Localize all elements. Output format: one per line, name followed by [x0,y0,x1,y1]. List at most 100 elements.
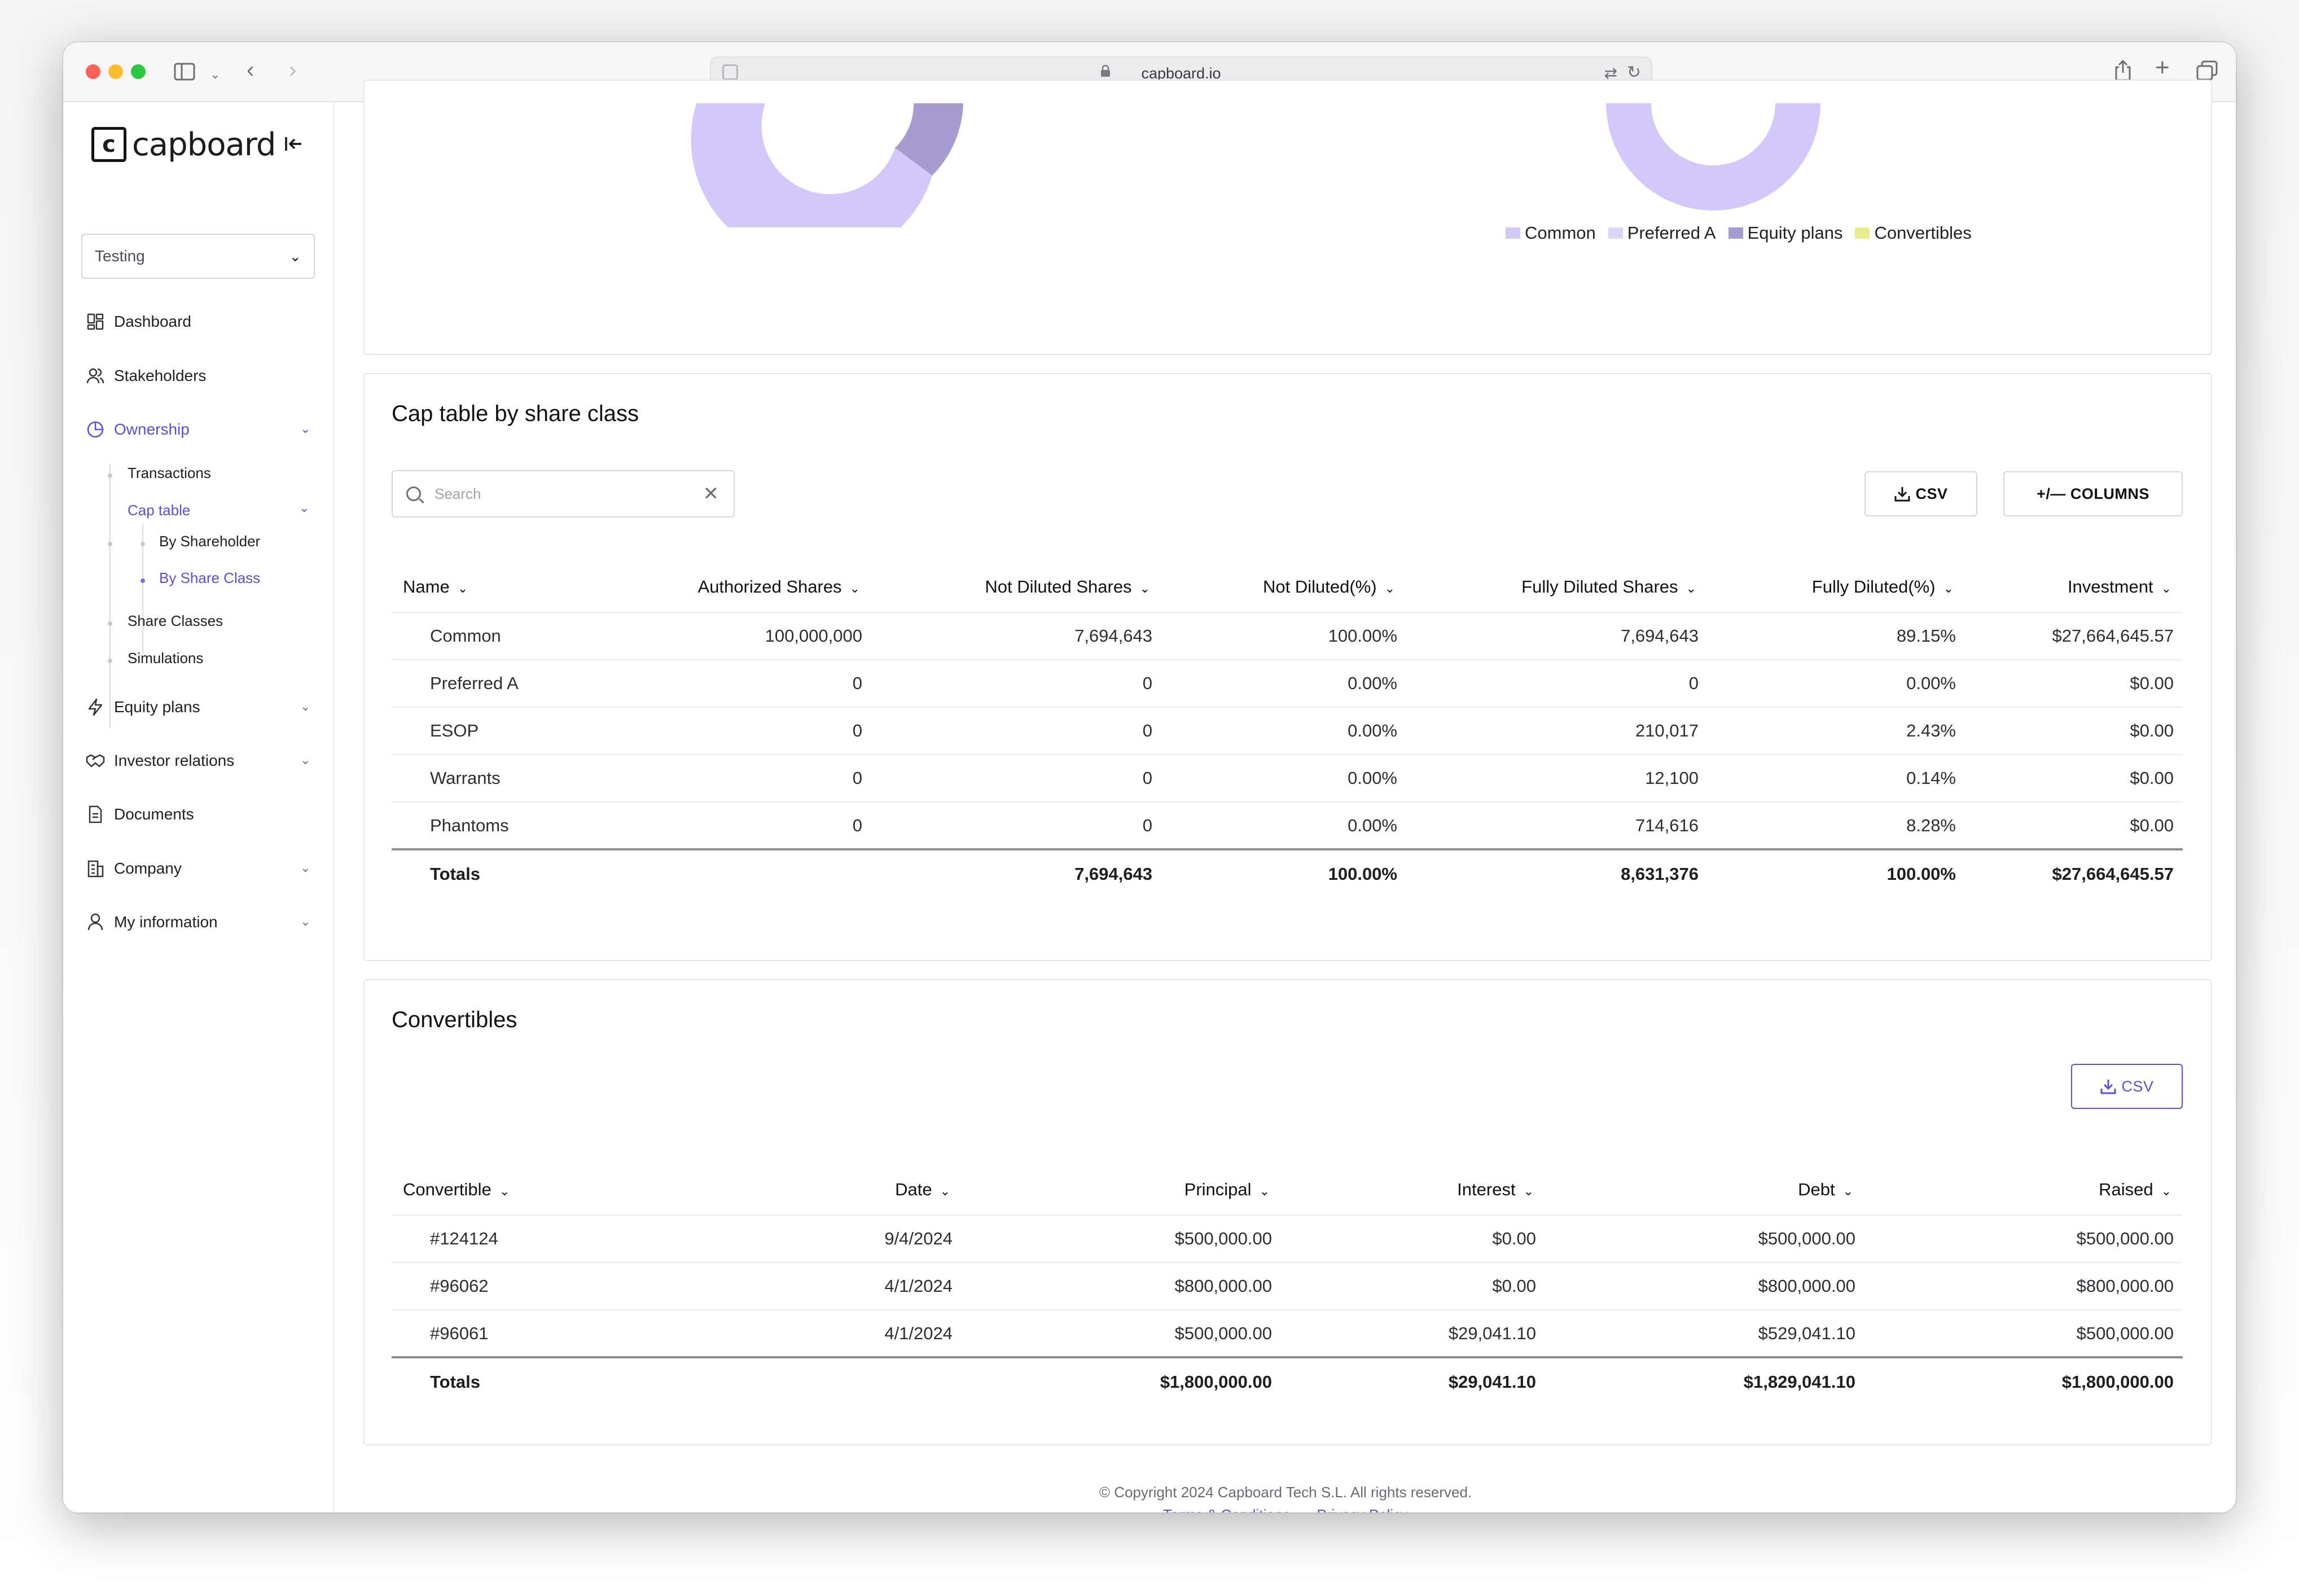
chevron-down-icon[interactable]: ⌄ [300,753,310,768]
convertibles-table: Convertible ⌄ Date ⌄ Principal ⌄ Interest ⌄ … [392,1164,2183,1406]
legend-item-equity-plans: Equity plans [1728,223,1842,243]
cell-debt: $500,000.00 [1545,1214,1864,1262]
close-window-button[interactable] [86,64,100,79]
column-header-convertible[interactable]: Convertible ⌄ [392,1164,589,1215]
cell-fully-diluted-shares: 8,631,376 [1406,848,1708,898]
convertibles-csv-download-button[interactable]: CSV [2071,1064,2183,1109]
collapse-sidebar-icon[interactable] [283,134,304,160]
footer-links: Terms & Conditions - Privacy Policy [335,1506,2236,1512]
cell-raised: $500,000.00 [1864,1309,2183,1357]
chevron-down-icon[interactable]: ⌄ [300,861,310,875]
table-row[interactable]: ESOP 0 0 0.00% 210,017 2.43% $0.00 [392,707,2183,755]
cell-not-diluted-shares: 0 [871,754,1161,802]
sidebar-item-dashboard[interactable]: Dashboard [86,312,191,331]
column-header-not-diluted-percent[interactable]: Not Diluted(%) ⌄ [1161,562,1406,612]
cell-investment: $0.00 [1965,659,2183,707]
cell-not-diluted-shares: 0 [871,801,1161,849]
logo-text: capboard [132,126,276,163]
logo-mark: c [91,127,126,162]
csv-button-label: CSV [1915,485,1948,502]
column-header-debt[interactable]: Debt ⌄ [1545,1164,1864,1215]
table-row[interactable]: Warrants 0 0 0.00% 12,100 0.14% $0.00 [392,754,2183,802]
column-header-fully-diluted-shares[interactable]: Fully Diluted Shares ⌄ [1406,562,1708,612]
sidebar-item-by-shareholder[interactable]: By Shareholder [159,533,260,550]
table-row[interactable]: #124124 9/4/2024 $500,000.00 $0.00 $500,… [392,1214,2183,1262]
search-box[interactable]: ✕ [392,470,735,518]
sidebar-item-cap-table[interactable]: Cap table [128,502,190,519]
table-row[interactable]: Common 100,000,000 7,694,643 100.00% 7,6… [392,612,2183,660]
sidebar-item-by-share-class[interactable]: By Share Class [159,569,260,587]
terms-link[interactable]: Terms & Conditions [1163,1506,1290,1512]
cell-fully-diluted-shares: 12,100 [1406,754,1708,802]
sidebar-item-stakeholders[interactable]: Stakeholders [86,366,206,385]
cell-authorized-shares: 0 [578,801,871,849]
search-input[interactable] [435,485,683,503]
cell-investment: $27,664,645.57 [1965,612,2183,660]
table-row[interactable]: #96061 4/1/2024 $500,000.00 $29,041.10 $… [392,1309,2183,1357]
sidebar-item-label: Ownership [114,420,190,438]
chevron-down-icon[interactable]: ⌄ [210,65,220,84]
sidebar-item-equity-plans[interactable]: Equity plans [86,698,200,717]
totals-row: Totals 7,694,643 100.00% 8,631,376 100.0… [392,848,2183,898]
workspace-select[interactable]: Testing ⌄ [81,234,315,279]
column-header-fully-diluted-percent[interactable]: Fully Diluted(%) ⌄ [1708,562,1965,612]
chevron-down-icon[interactable]: ⌄ [300,699,310,714]
sidebar-item-label: Company [114,860,182,877]
donut-chart-left-common-segment [691,103,932,227]
csv-download-button[interactable]: CSV [1864,471,1977,516]
cell-date: 4/1/2024 [589,1309,962,1357]
forward-arrow-icon[interactable]: › [289,59,296,81]
table-row[interactable]: #96062 4/1/2024 $800,000.00 $0.00 $800,0… [392,1262,2183,1310]
cell-authorized-shares: 0 [578,754,871,802]
column-header-authorized-shares[interactable]: Authorized Shares ⌄ [578,562,871,612]
donut-chart-right-common-segment [1606,103,1820,211]
chevron-down-icon[interactable]: ⌄ [300,914,310,929]
sidebar-item-investor-relations[interactable]: Investor relations [86,751,234,770]
sidebar-item-label: Investor relations [114,752,235,769]
document-icon [86,805,105,824]
column-header-name[interactable]: Name ⌄ [392,562,578,612]
cell-debt: $800,000.00 [1545,1262,1864,1310]
tree-dot [141,578,145,583]
cell-fully-diluted-percent: 0.14% [1708,754,1965,802]
sort-chevron-icon: ⌄ [940,1183,950,1198]
privacy-link[interactable]: Privacy Policy [1317,1506,1408,1512]
sidebar-item-label: Equity plans [114,698,200,716]
sort-chevron-icon: ⌄ [1139,581,1150,595]
table-row[interactable]: Preferred A 0 0 0.00% 0 0.00% $0.00 [392,659,2183,707]
back-arrow-icon[interactable]: ‹ [247,59,254,81]
cell-totals-label: Totals [392,848,578,898]
column-header-investment[interactable]: Investment ⌄ [1965,562,2183,612]
column-header-raised[interactable]: Raised ⌄ [1864,1164,2183,1215]
sidebar-item-simulations[interactable]: Simulations [128,650,203,667]
sidebar-item-my-information[interactable]: My information [86,913,218,932]
sidebar-item-share-classes[interactable]: Share Classes [128,612,223,630]
column-header-not-diluted-shares[interactable]: Not Diluted Shares ⌄ [871,562,1161,612]
column-header-date[interactable]: Date ⌄ [589,1164,962,1215]
sidebar-item-documents[interactable]: Documents [86,805,194,824]
cell-authorized-shares [578,848,871,898]
new-tab-icon[interactable]: + [2155,55,2170,80]
table-row[interactable]: Phantoms 0 0 0.00% 714,616 8.28% $0.00 [392,801,2183,849]
chevron-down-icon[interactable]: ⌄ [300,422,310,436]
sidebar-item-company[interactable]: Company [86,859,182,878]
column-header-principal[interactable]: Principal ⌄ [962,1164,1281,1215]
chevron-down-icon: ⌄ [289,247,301,265]
sidebar-toggle-icon[interactable] [174,63,195,84]
workspace-select-value: Testing [95,247,145,265]
capboard-logo[interactable]: c capboard [91,125,276,164]
minimize-window-button[interactable] [108,64,123,79]
sidebar-item-transactions[interactable]: Transactions [128,464,211,482]
sidebar-item-ownership[interactable]: Ownership [86,420,190,439]
chevron-down-icon[interactable]: ⌄ [299,501,309,515]
cell-fully-diluted-shares: 7,694,643 [1406,612,1708,660]
zoom-window-button[interactable] [131,64,146,79]
building-icon [86,859,105,878]
legend-swatch [1506,227,1520,239]
cell-raised: $800,000.00 [1864,1262,2183,1310]
clear-search-icon[interactable]: ✕ [703,483,719,505]
column-header-interest[interactable]: Interest ⌄ [1281,1164,1545,1215]
cap-table-card: Cap table by share class ✕ CSV +/— COLUM… [363,373,2212,961]
columns-toggle-button[interactable]: +/— COLUMNS [2003,471,2183,516]
legend-swatch [1608,227,1623,239]
